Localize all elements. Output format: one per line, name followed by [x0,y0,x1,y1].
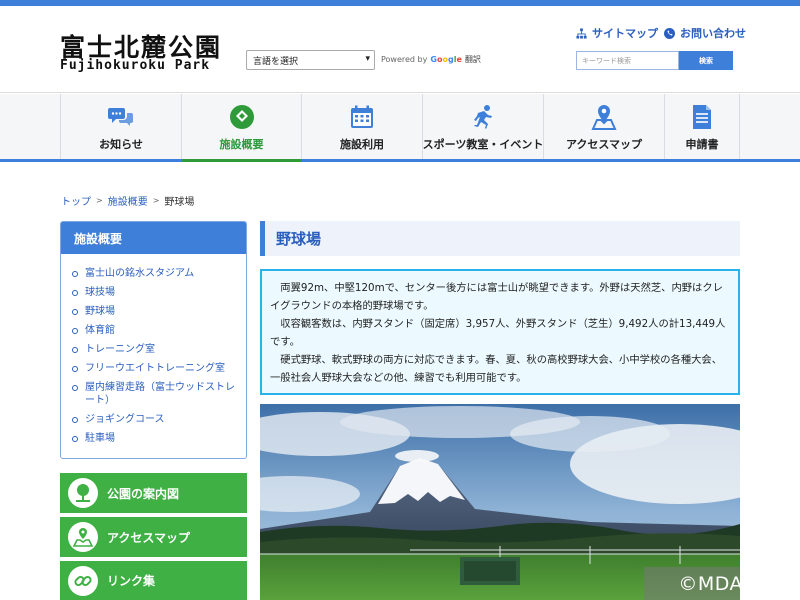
sidebar-list: 富士山の銘水スタジアム 球技場 野球場 体育館 トレーニング室 フリーウエイトト… [61,254,246,448]
breadcrumb-separator: > [96,196,103,205]
nav-label: 施設概要 [219,138,264,151]
global-navigation: お知らせ 施設概要 施設利用 スポーツ教室・イベント アクセスマップ 申請書 [0,94,800,162]
phone-icon [664,27,675,39]
copyright-watermark: ©MDATA [644,567,740,600]
language-select-value: 言語を選択 [253,56,299,67]
nav-item-sports-events[interactable]: スポーツ教室・イベント [422,94,543,159]
links-button[interactable]: リンク集 [60,561,247,600]
nav-item-facility-use[interactable]: 施設利用 [301,94,422,159]
site-logo-english[interactable]: Fujihokuroku Park [60,58,210,73]
google-translate-credit: Powered by Google 翻訳 [381,54,481,65]
sitemap-icon [576,27,587,39]
description-paragraph: 硬式野球、軟式野球の両方に対応できます。春、夏、秋の高校野球大会、小中学校の各種… [270,354,723,384]
park-guide-button[interactable]: 公園の案内図 [60,473,247,513]
search-button[interactable]: 検索 [679,51,733,70]
contact-label: お問い合わせ [680,27,746,40]
sidebar-item-training-room[interactable]: トレーニング室 [71,340,238,359]
breadcrumb-parent-link[interactable]: 施設概要 [108,193,148,208]
sidebar-item-indoor-track[interactable]: 屋内練習走路（富士ウッドストレート） [71,378,238,410]
nav-label: スポーツ教室・イベント [422,138,544,151]
sitemap-link[interactable]: サイトマップ [576,25,658,41]
sidebar-heading: 施設概要 [61,222,246,254]
park-tree-icon [68,478,98,508]
sidebar-facility-menu: 施設概要 富士山の銘水スタジアム 球技場 野球場 体育館 トレーニング室 フリー… [60,221,247,459]
contact-link[interactable]: お問い合わせ [664,25,746,41]
chat-bubbles-icon [108,104,134,130]
chevron-down-icon: ▾ [365,54,370,64]
links-label: リンク集 [107,574,156,588]
language-select[interactable]: 言語を選択 ▾ [246,50,375,70]
breadcrumb-home-link[interactable]: トップ [61,193,91,208]
access-map-label: アクセスマップ [107,530,191,545]
nav-label: 申請書 [685,138,719,151]
google-logo[interactable]: Google [430,55,462,64]
sidebar-item-free-weight-room[interactable]: フリーウエイトトレーニング室 [71,359,238,378]
nav-label: アクセスマップ [565,138,643,151]
sidebar-item-jogging-course[interactable]: ジョギングコース [71,410,238,429]
powered-by-text: Powered by [381,55,428,64]
map-pin-icon [591,104,617,130]
sidebar-item-stadium[interactable]: 富士山の銘水スタジアム [71,264,238,283]
nav-item-facility-overview[interactable]: 施設概要 [181,94,301,162]
translate-link[interactable]: 翻訳 [465,54,481,65]
map-icon [68,522,98,552]
access-map-button[interactable]: アクセスマップ [60,517,247,557]
runner-icon [470,104,496,130]
sidebar-item-ball-field[interactable]: 球技場 [71,283,238,302]
nav-item-news[interactable]: お知らせ [60,94,181,159]
breadcrumb: トップ > 施設概要 > 野球場 [61,193,194,208]
sitemap-label: サイトマップ [592,27,658,40]
document-icon [689,104,715,130]
breadcrumb-current: 野球場 [164,197,195,208]
nav-label: 施設利用 [340,138,384,151]
calendar-icon [349,104,375,130]
park-guide-label: 公園の案内図 [107,486,180,501]
facility-description: 両翼92m、中堅120mで、センター後方には富士山が眺望できます。外野は天然芝、… [260,269,740,395]
description-paragraph: 両翼92m、中堅120mで、センター後方には富士山が眺望できます。外野は天然芝、… [270,282,723,312]
site-header: 富士北麓公園 Fujihokuroku Park 言語を選択 ▾ Powered… [0,6,800,93]
baseball-field-photo: ©MDATA [260,404,740,600]
breadcrumb-separator: > [152,196,160,205]
nav-item-application-forms[interactable]: 申請書 [664,94,740,159]
nav-label: お知らせ [99,138,143,151]
sidebar-item-parking[interactable]: 駐車場 [71,429,238,448]
sidebar-item-gymnasium[interactable]: 体育館 [71,321,238,340]
baseball-field-icon [229,104,255,130]
search-input[interactable]: キーワード検索 [576,51,679,70]
page-title: 野球場 [260,221,740,256]
sidebar-item-baseball-field[interactable]: 野球場 [71,302,238,321]
description-paragraph: 収容観客数は、内野スタンド（固定席）3,957人、外野スタンド（芝生）9,492… [270,318,726,348]
link-chain-icon [68,565,98,596]
nav-item-access-map[interactable]: アクセスマップ [543,94,664,159]
